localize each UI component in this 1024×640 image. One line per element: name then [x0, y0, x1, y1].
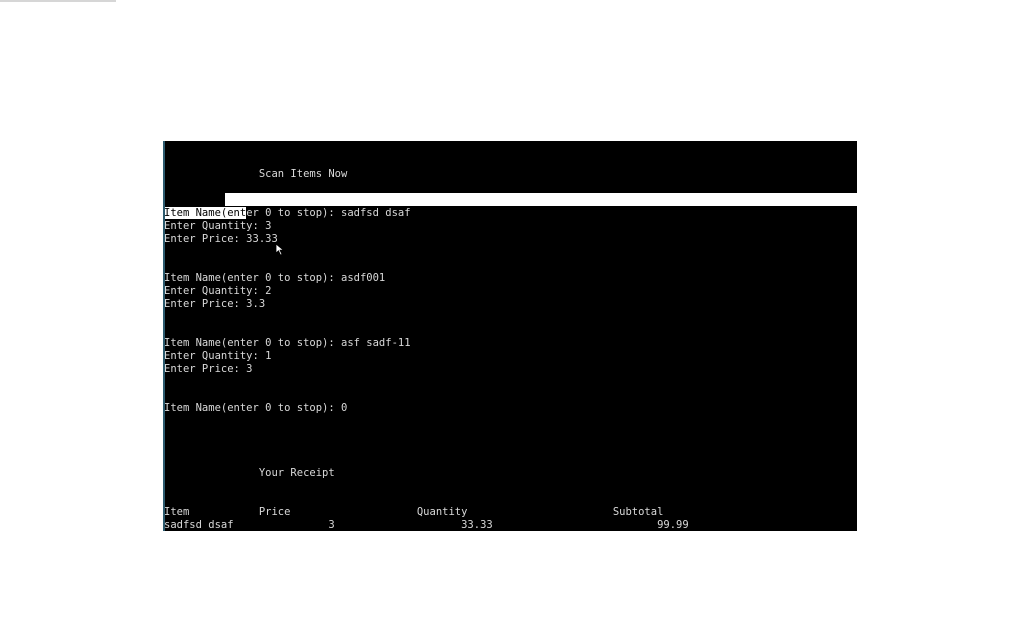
item-name-line-1[interactable]: Item Name(enter 0 to stop): sadfsd dsaf	[164, 207, 411, 220]
receipt-row: sadfsd dsaf 3 33.33 99.99	[164, 519, 689, 531]
selection-band	[225, 193, 857, 206]
mouse-cursor-icon	[275, 243, 285, 256]
price-line-2: Enter Price: 3.3	[164, 298, 266, 310]
stop-line: Item Name(enter 0 to stop): 0	[164, 402, 348, 414]
item-name-line-3: Item Name(enter 0 to stop): asf sadf-11	[164, 337, 411, 349]
header-text: Scan Items Now	[164, 168, 348, 180]
price-line-3: Enter Price: 3	[164, 363, 253, 375]
quantity-line-3: Enter Quantity: 1	[164, 350, 272, 362]
price-line-1: Enter Price: 33.33	[164, 233, 278, 245]
item-name-line-2: Item Name(enter 0 to stop): asdf001	[164, 272, 386, 284]
receipt-header: Item Price Quantity Subtotal	[164, 506, 664, 518]
receipt-title: Your Receipt	[164, 467, 335, 479]
window-left-edge	[163, 141, 165, 531]
quantity-line-1: Enter Quantity: 3	[164, 220, 272, 232]
selected-text: Item Name(ent	[164, 207, 247, 219]
item-name-line-1-rest: er 0 to stop): sadfsd dsaf	[246, 207, 411, 219]
quantity-line-2: Enter Quantity: 2	[164, 285, 272, 297]
top-bar	[0, 0, 116, 2]
console-window[interactable]: Scan Items Now Item Name(enter 0 to stop…	[163, 141, 857, 531]
